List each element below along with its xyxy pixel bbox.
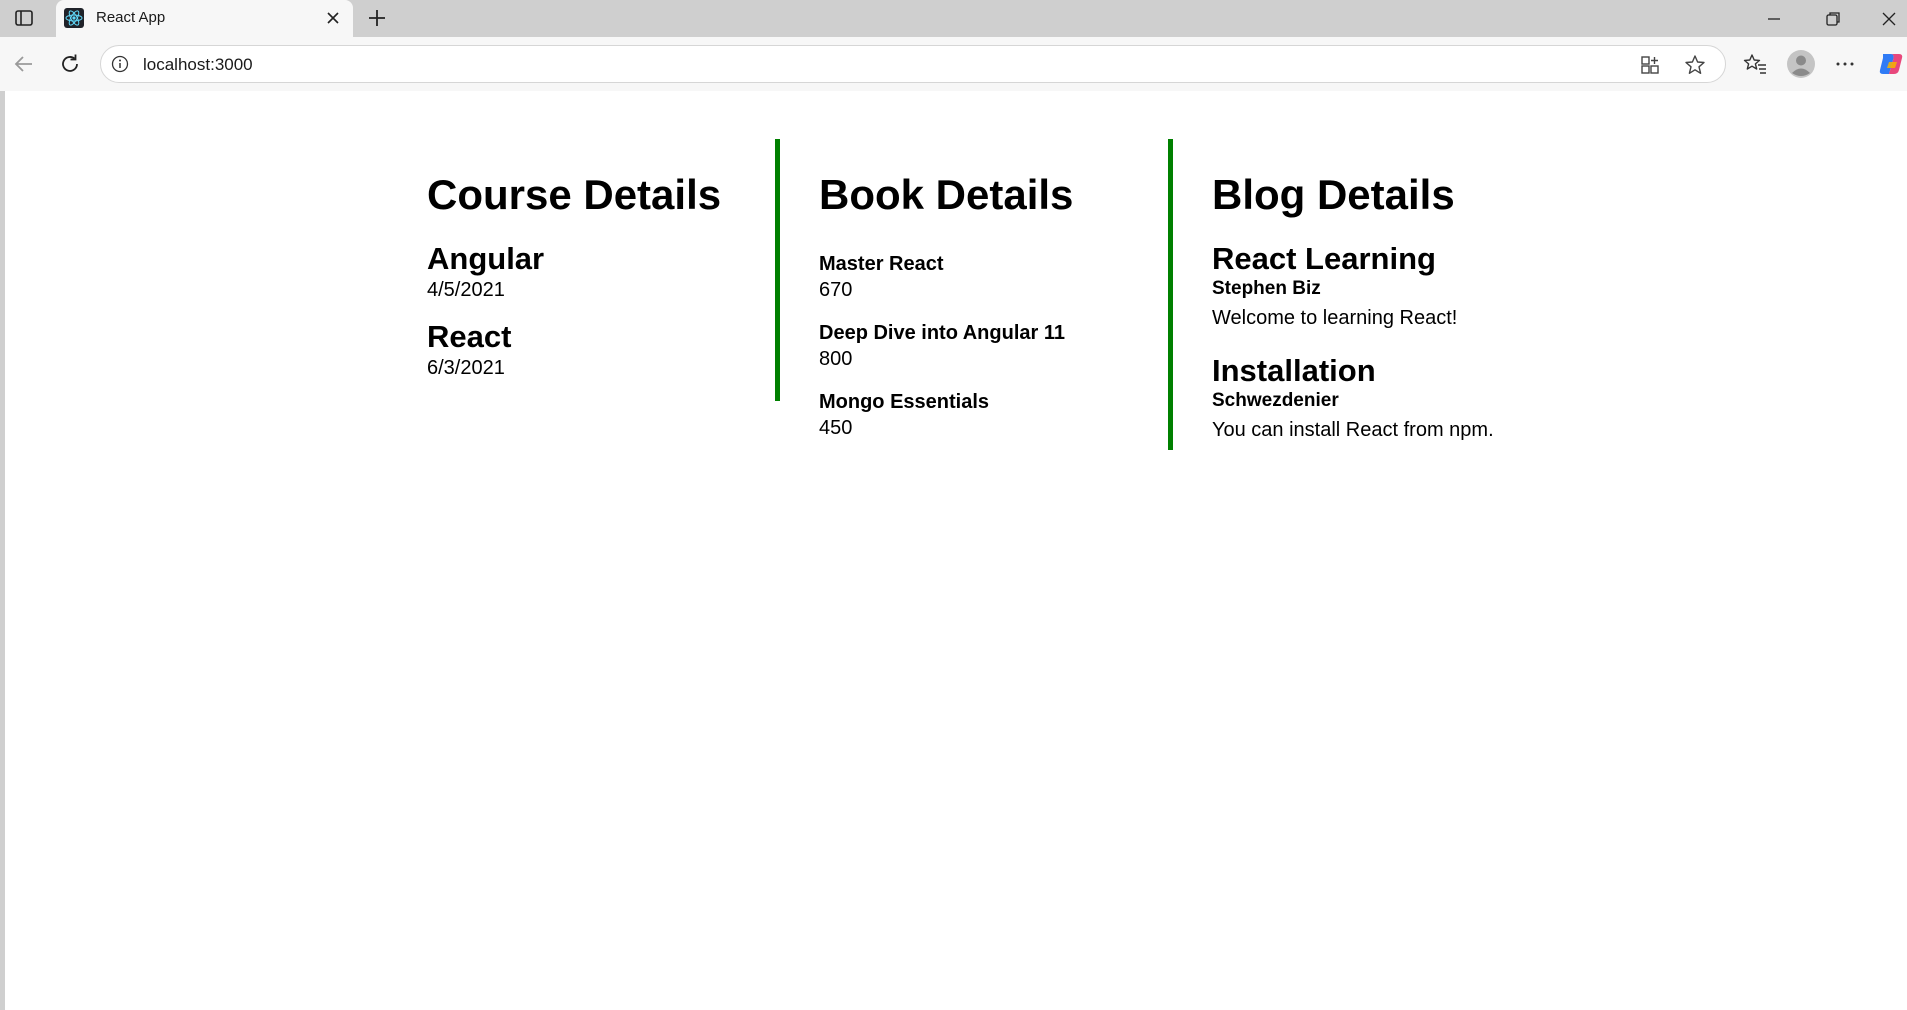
sidebar-toggle-icon[interactable] (13, 8, 35, 28)
blog-author: Schwezdenier (1212, 390, 1339, 411)
react-logo-icon (64, 8, 84, 28)
book-item: Deep Dive into Angular 11 800 (819, 320, 1172, 372)
book-details-column: Book Details Master React 670 Deep Dive … (775, 139, 1172, 439)
book-name: Deep Dive into Angular 11 (819, 322, 1065, 344)
blog-details-heading: Blog Details (1212, 171, 1455, 218)
book-name: Master React (819, 253, 944, 275)
course-date: 4/5/2021 (427, 279, 505, 301)
new-tab-icon[interactable] (366, 7, 388, 29)
book-price: 800 (819, 348, 853, 370)
blog-content: Welcome to learning React! (1212, 307, 1458, 329)
restore-icon[interactable] (1822, 8, 1844, 30)
page-viewport: Course Details Angular 4/5/2021 React 6/… (5, 91, 1907, 1010)
browser-toolbar: localhost:3000 (0, 37, 1907, 91)
blog-content: You can install React from npm. (1212, 419, 1494, 441)
book-price: 450 (819, 417, 853, 439)
course-details-column: Course Details Angular 4/5/2021 React 6/… (384, 139, 776, 381)
course-item: React 6/3/2021 (427, 319, 776, 381)
close-tab-icon[interactable] (324, 9, 342, 27)
blog-title: Installation (1212, 353, 1376, 388)
more-options-icon[interactable] (1832, 51, 1858, 77)
app-available-icon[interactable] (1638, 53, 1662, 77)
tab-title: React App (96, 9, 166, 26)
site-info-icon[interactable] (111, 55, 129, 73)
book-item: Master React 670 (819, 251, 1172, 303)
reload-icon[interactable] (57, 51, 83, 77)
course-date: 6/3/2021 (427, 357, 505, 379)
course-name: Angular (427, 241, 545, 276)
blog-title: React Learning (1212, 241, 1436, 276)
blog-item: React Learning Stephen Biz Welcome to le… (1212, 241, 1565, 331)
blog-item: Installation Schwezdenier You can instal… (1212, 353, 1565, 443)
course-details-heading: Course Details (427, 171, 722, 218)
favorites-icon[interactable] (1742, 51, 1768, 77)
tab-react-app[interactable]: React App (56, 0, 353, 37)
book-price: 670 (819, 279, 853, 301)
blog-details-column: Blog Details React Learning Stephen Biz … (1168, 139, 1565, 450)
course-item: Angular 4/5/2021 (427, 241, 776, 303)
minimize-icon[interactable] (1763, 8, 1785, 30)
blog-author: Stephen Biz (1212, 278, 1321, 299)
copilot-icon[interactable] (1877, 50, 1905, 78)
address-bar[interactable]: localhost:3000 (100, 45, 1726, 83)
back-arrow-icon[interactable] (11, 51, 37, 77)
favorite-star-icon[interactable] (1683, 53, 1707, 77)
book-name: Mongo Essentials (819, 391, 990, 413)
close-window-icon[interactable] (1878, 8, 1900, 30)
course-name: React (427, 319, 512, 354)
book-item: Mongo Essentials 450 (819, 389, 1172, 441)
url-text[interactable]: localhost:3000 (143, 55, 253, 75)
profile-avatar-icon[interactable] (1786, 49, 1816, 79)
title-bar: React App (0, 0, 1907, 37)
book-details-heading: Book Details (819, 171, 1074, 218)
